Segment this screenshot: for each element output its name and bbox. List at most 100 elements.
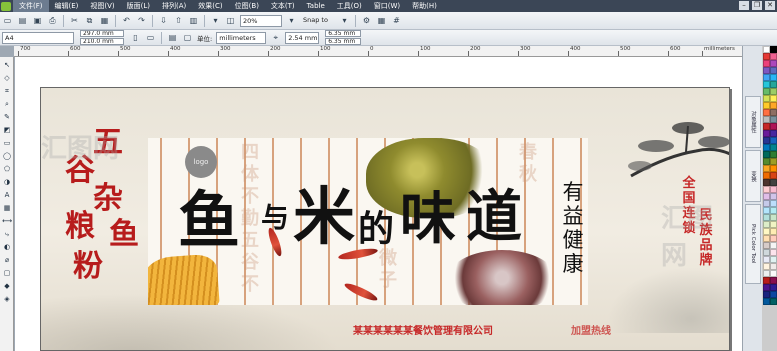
horizontal-ruler[interactable]: 700 600 500 400 300 200 100 0 100 200 300 400 500 600…: [14, 46, 742, 57]
color-swatch[interactable]: [763, 53, 770, 60]
freehand-tool-icon[interactable]: ✎: [2, 112, 12, 122]
snap-to-button[interactable]: Snap to: [301, 15, 335, 27]
ellipse-tool-icon[interactable]: ◯: [2, 151, 12, 161]
color-swatch[interactable]: [770, 221, 777, 228]
menu-item[interactable]: 位图(B): [229, 0, 265, 12]
color-swatch[interactable]: [770, 242, 777, 249]
color-swatch[interactable]: [763, 179, 770, 186]
cut-icon[interactable]: ✂: [68, 14, 81, 27]
color-swatch[interactable]: [763, 130, 770, 137]
color-swatch[interactable]: [770, 214, 777, 221]
color-swatch[interactable]: [763, 298, 770, 305]
color-swatch[interactable]: [770, 256, 777, 263]
polygon-tool-icon[interactable]: ⬠: [2, 164, 12, 174]
color-swatch[interactable]: [770, 284, 777, 291]
color-swatch[interactable]: [763, 200, 770, 207]
units-select[interactable]: millimeters: [216, 31, 267, 44]
drawing-canvas[interactable]: 五谷杂粮鱼粉 四体不勤五谷不 春秋 微子 logo 鱼 与 米 的 味 道 有益…: [15, 57, 742, 351]
color-swatch[interactable]: [770, 74, 777, 81]
color-swatch[interactable]: [770, 95, 777, 102]
color-swatch[interactable]: [770, 151, 777, 158]
color-swatch[interactable]: [770, 46, 777, 53]
menu-item[interactable]: 窗口(W): [368, 0, 406, 12]
color-swatch[interactable]: [763, 207, 770, 214]
table-tool-icon[interactable]: ▦: [2, 203, 12, 213]
color-swatch[interactable]: [763, 242, 770, 249]
color-swatch[interactable]: [763, 109, 770, 116]
color-swatch[interactable]: [763, 291, 770, 298]
color-swatch[interactable]: [770, 165, 777, 172]
color-swatch[interactable]: [763, 67, 770, 74]
snap-dropdown-icon[interactable]: ▾: [338, 14, 351, 27]
color-swatch[interactable]: [770, 109, 777, 116]
layout-icon[interactable]: ▦: [375, 14, 388, 27]
color-swatch[interactable]: [763, 263, 770, 270]
color-swatch[interactable]: [770, 88, 777, 95]
color-swatch[interactable]: [763, 172, 770, 179]
basic-shapes-icon[interactable]: ◑: [2, 177, 12, 187]
shape-tool-icon[interactable]: ◇: [2, 73, 12, 83]
color-swatch[interactable]: [763, 116, 770, 123]
color-swatch[interactable]: [763, 60, 770, 67]
all-pages-icon[interactable]: ▤: [166, 31, 179, 44]
color-swatch[interactable]: [763, 284, 770, 291]
color-swatch[interactable]: [763, 221, 770, 228]
page-width-field[interactable]: 297.0 mm: [80, 30, 124, 37]
publish-pdf-icon[interactable]: ▥: [187, 14, 200, 27]
pick-tool-icon[interactable]: ↖: [2, 60, 12, 70]
export-icon[interactable]: ⇧: [172, 14, 185, 27]
color-swatch[interactable]: [770, 200, 777, 207]
color-swatch[interactable]: [770, 130, 777, 137]
color-swatch[interactable]: [763, 151, 770, 158]
dimension-tool-icon[interactable]: ⟷: [2, 216, 12, 226]
menu-item[interactable]: 帮助(H): [406, 0, 443, 12]
text-tool-icon[interactable]: A: [2, 190, 12, 200]
redo-icon[interactable]: ↷: [135, 14, 148, 27]
rectangle-tool-icon[interactable]: ▭: [2, 138, 12, 148]
color-swatch[interactable]: [763, 165, 770, 172]
restore-icon[interactable]: ❐: [752, 1, 762, 10]
color-swatch[interactable]: [770, 172, 777, 179]
landscape-icon[interactable]: ▭: [144, 31, 157, 44]
grid-icon[interactable]: #: [390, 14, 403, 27]
color-swatch[interactable]: [763, 74, 770, 81]
color-swatch[interactable]: [770, 81, 777, 88]
color-swatch[interactable]: [763, 186, 770, 193]
app-launcher-icon[interactable]: ▾: [209, 14, 222, 27]
minimize-icon[interactable]: –: [739, 1, 749, 10]
color-swatch[interactable]: [763, 158, 770, 165]
print-icon[interactable]: ⎙: [46, 14, 59, 27]
color-swatch[interactable]: [770, 123, 777, 130]
welcome-screen-icon[interactable]: ◫: [224, 14, 237, 27]
color-swatch[interactable]: [770, 291, 777, 298]
color-swatch[interactable]: [763, 277, 770, 284]
open-icon[interactable]: ▤: [16, 14, 29, 27]
new-document-icon[interactable]: ▭: [1, 14, 14, 27]
copy-icon[interactable]: ⧉: [83, 14, 96, 27]
smart-fill-icon[interactable]: ◩: [2, 125, 12, 135]
save-icon[interactable]: ▣: [31, 14, 44, 27]
close-icon[interactable]: ✕: [765, 1, 775, 10]
docker-tab[interactable]: 对象属性: [745, 96, 761, 148]
page-height-field[interactable]: 210.0 mm: [80, 38, 124, 45]
color-swatch[interactable]: [763, 214, 770, 221]
color-swatch[interactable]: [763, 235, 770, 242]
paste-icon[interactable]: ▦: [98, 14, 111, 27]
document-page[interactable]: 五谷杂粮鱼粉 四体不勤五谷不 春秋 微子 logo 鱼 与 米 的 味 道 有益…: [40, 87, 730, 351]
color-swatch[interactable]: [763, 95, 770, 102]
outline-tool-icon[interactable]: ▢: [2, 268, 12, 278]
color-swatch[interactable]: [763, 81, 770, 88]
duplicate-y-field[interactable]: 6.35 mm: [325, 38, 362, 45]
color-swatch[interactable]: [763, 137, 770, 144]
color-swatch[interactable]: [770, 186, 777, 193]
paper-size-select[interactable]: A4: [2, 31, 74, 44]
duplicate-x-field[interactable]: 6.35 mm: [325, 30, 362, 37]
color-swatch[interactable]: [763, 123, 770, 130]
zoom-tool-icon[interactable]: ⌕: [2, 99, 12, 109]
color-swatch[interactable]: [763, 144, 770, 151]
import-icon[interactable]: ⇩: [157, 14, 170, 27]
color-swatch[interactable]: [763, 249, 770, 256]
color-swatch[interactable]: [770, 158, 777, 165]
color-swatch[interactable]: [763, 228, 770, 235]
portrait-icon[interactable]: ▯: [129, 31, 142, 44]
